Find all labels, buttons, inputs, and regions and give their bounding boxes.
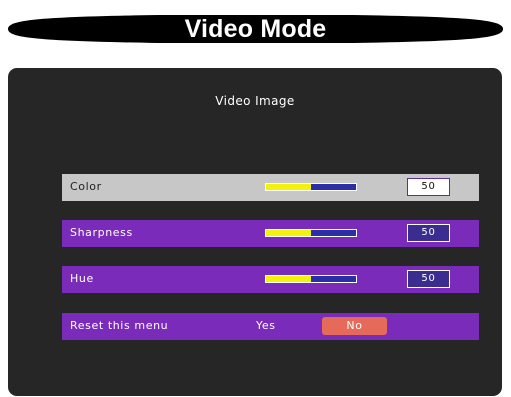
hue-slider[interactable] bbox=[265, 275, 357, 283]
reset-no-option[interactable]: No bbox=[322, 317, 387, 335]
value-box: 50 bbox=[407, 178, 450, 196]
sharpness-slider[interactable] bbox=[265, 229, 357, 237]
menu-row-reset[interactable]: Reset this menu Yes No bbox=[62, 313, 479, 340]
menu-row-color[interactable]: Color 50 bbox=[62, 174, 479, 201]
value-box: 50 bbox=[407, 224, 450, 242]
menu-row-sharpness[interactable]: Sharpness 50 bbox=[62, 220, 479, 247]
osd-panel: Video Image Color 50 Sharpness 50 Hue 50… bbox=[8, 68, 502, 396]
slider-fill bbox=[266, 276, 311, 282]
mode-banner: Video Mode bbox=[8, 12, 503, 46]
panel-title: Video Image bbox=[215, 94, 295, 108]
row-label: Sharpness bbox=[70, 226, 133, 239]
menu-row-hue[interactable]: Hue 50 bbox=[62, 266, 479, 293]
value-box: 50 bbox=[407, 270, 450, 288]
banner-title: Video Mode bbox=[184, 15, 327, 43]
slider-fill bbox=[266, 184, 311, 190]
slider-fill bbox=[266, 230, 311, 236]
color-slider[interactable] bbox=[265, 183, 357, 191]
reset-yes-option[interactable]: Yes bbox=[256, 319, 276, 332]
row-label: Color bbox=[70, 180, 102, 193]
row-label: Hue bbox=[70, 272, 94, 285]
row-label: Reset this menu bbox=[70, 319, 169, 332]
